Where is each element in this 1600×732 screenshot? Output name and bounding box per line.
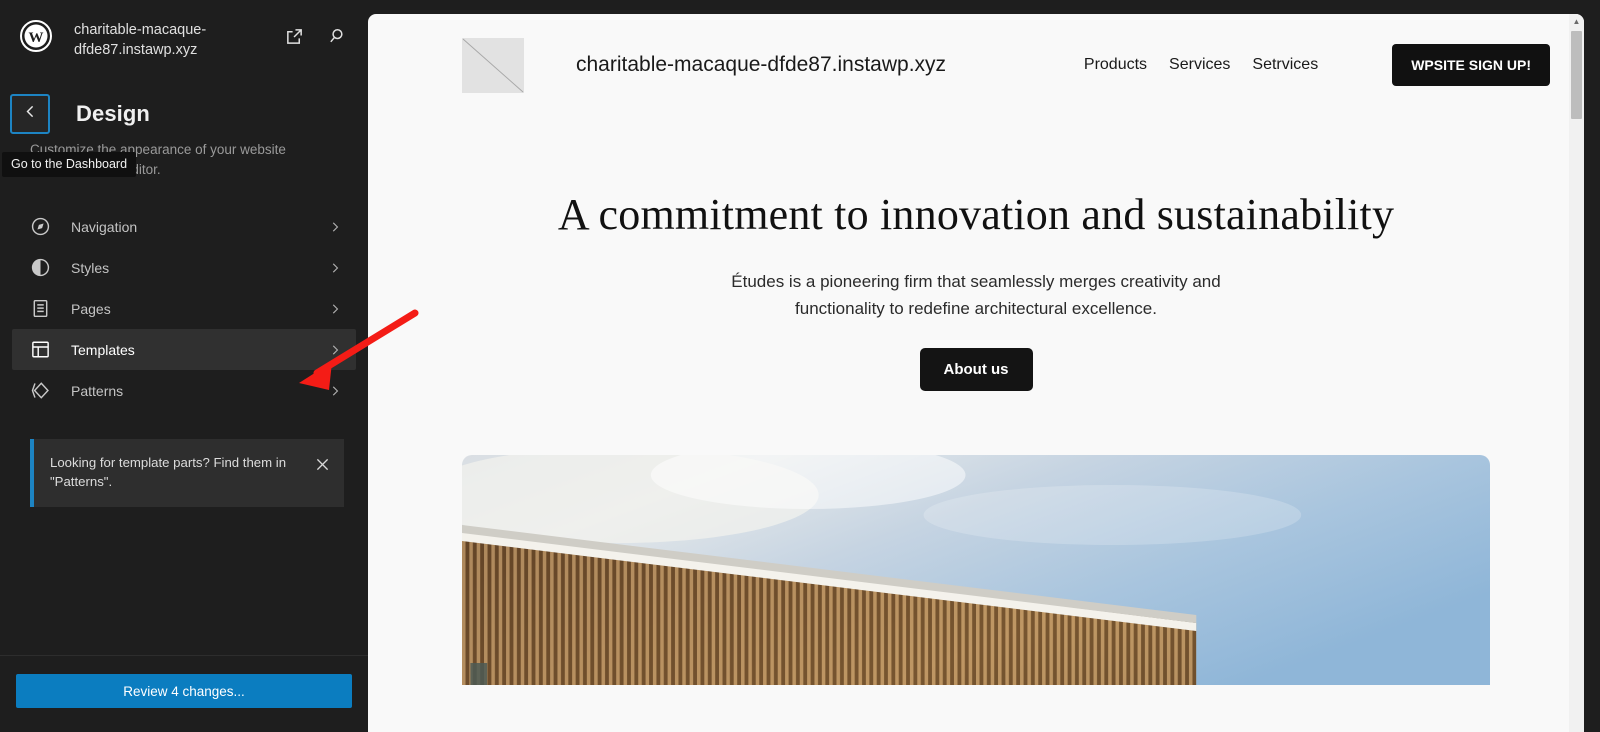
sidebar-item-label: Navigation <box>71 218 138 235</box>
canvas-scrollbar[interactable]: ▲ <box>1569 14 1584 732</box>
search-icon[interactable] <box>324 24 348 48</box>
hero-section: A commitment to innovation and sustainab… <box>368 96 1584 392</box>
chevron-left-icon <box>22 103 39 125</box>
contrast-circle-icon <box>28 256 52 280</box>
sidebar-item-styles[interactable]: Styles <box>12 247 356 288</box>
wpsite-signup-button[interactable]: WPSITE SIGN UP! <box>1392 44 1550 86</box>
hero-heading: A commitment to innovation and sustainab… <box>557 190 1395 239</box>
compass-icon <box>28 215 52 239</box>
sidebar-item-label: Patterns <box>71 382 124 399</box>
chevron-right-icon <box>328 384 342 398</box>
editor-sidebar: W charitable-macaque-dfde87.instawp.xyz <box>0 0 368 732</box>
wordpress-site-editor: W charitable-macaque-dfde87.instawp.xyz <box>0 0 1600 732</box>
close-icon[interactable] <box>310 452 334 476</box>
layout-template-icon <box>28 338 52 362</box>
page-document-icon <box>28 297 52 321</box>
sidebar-header: W charitable-macaque-dfde87.instawp.xyz <box>0 0 368 74</box>
hero-image <box>462 455 1490 686</box>
nav-link-setrvices[interactable]: Setrvices <box>1252 56 1318 74</box>
chevron-right-icon <box>328 261 342 275</box>
sidebar-footer: Review 4 changes... <box>0 655 368 732</box>
external-link-icon[interactable] <box>282 24 306 48</box>
sidebar-item-label: Pages <box>71 300 111 317</box>
notice-text: Looking for template parts? Find them in… <box>50 455 287 489</box>
sidebar-item-templates[interactable]: Templates <box>12 329 356 370</box>
wordpress-logo-icon: W <box>20 20 52 52</box>
preview-site-header: charitable-macaque-dfde87.instawp.xyz Pr… <box>368 14 1584 96</box>
sidebar-title-row: Design <box>0 74 368 134</box>
image-placeholder-icon <box>462 37 524 93</box>
chevron-right-icon <box>328 220 342 234</box>
nav-link-services[interactable]: Services <box>1169 56 1230 74</box>
sidebar-nav-list: Navigation Styles Pages Templates Patter… <box>0 206 368 411</box>
sidebar-item-label: Styles <box>71 259 110 276</box>
chevron-right-icon <box>328 343 342 357</box>
sidebar-header-icons <box>282 24 348 48</box>
dashboard-tooltip: Go to the Dashboard <box>2 152 137 177</box>
site-preview-canvas[interactable]: charitable-macaque-dfde87.instawp.xyz Pr… <box>368 14 1584 732</box>
review-changes-button[interactable]: Review 4 changes... <box>16 674 352 708</box>
chevron-right-icon <box>328 302 342 316</box>
sidebar-item-navigation[interactable]: Navigation <box>12 206 356 247</box>
template-parts-notice: Looking for template parts? Find them in… <box>30 439 344 507</box>
sidebar-item-patterns[interactable]: Patterns <box>12 370 356 411</box>
svg-text:W: W <box>29 30 44 46</box>
preview-site-title: charitable-macaque-dfde87.instawp.xyz <box>576 53 947 76</box>
page-title: Design <box>76 101 150 126</box>
preview-nav: Products Services Setrvices WPSITE SIGN … <box>1084 44 1550 86</box>
site-preview-wrapper: charitable-macaque-dfde87.instawp.xyz Pr… <box>368 0 1600 732</box>
sidebar-item-pages[interactable]: Pages <box>12 288 356 329</box>
scrollbar-thumb[interactable] <box>1571 31 1582 119</box>
site-name-label: charitable-macaque-dfde87.instawp.xyz <box>74 22 207 58</box>
hero-paragraph: Études is a pioneering firm that seamles… <box>731 272 1221 319</box>
go-to-dashboard-button[interactable] <box>10 94 50 134</box>
nav-link-products[interactable]: Products <box>1084 56 1147 74</box>
scroll-up-arrow-icon[interactable]: ▲ <box>1569 14 1584 29</box>
diamond-layers-icon <box>28 379 52 403</box>
sidebar-item-label: Templates <box>71 341 135 358</box>
about-us-button[interactable]: About us <box>919 348 1033 392</box>
